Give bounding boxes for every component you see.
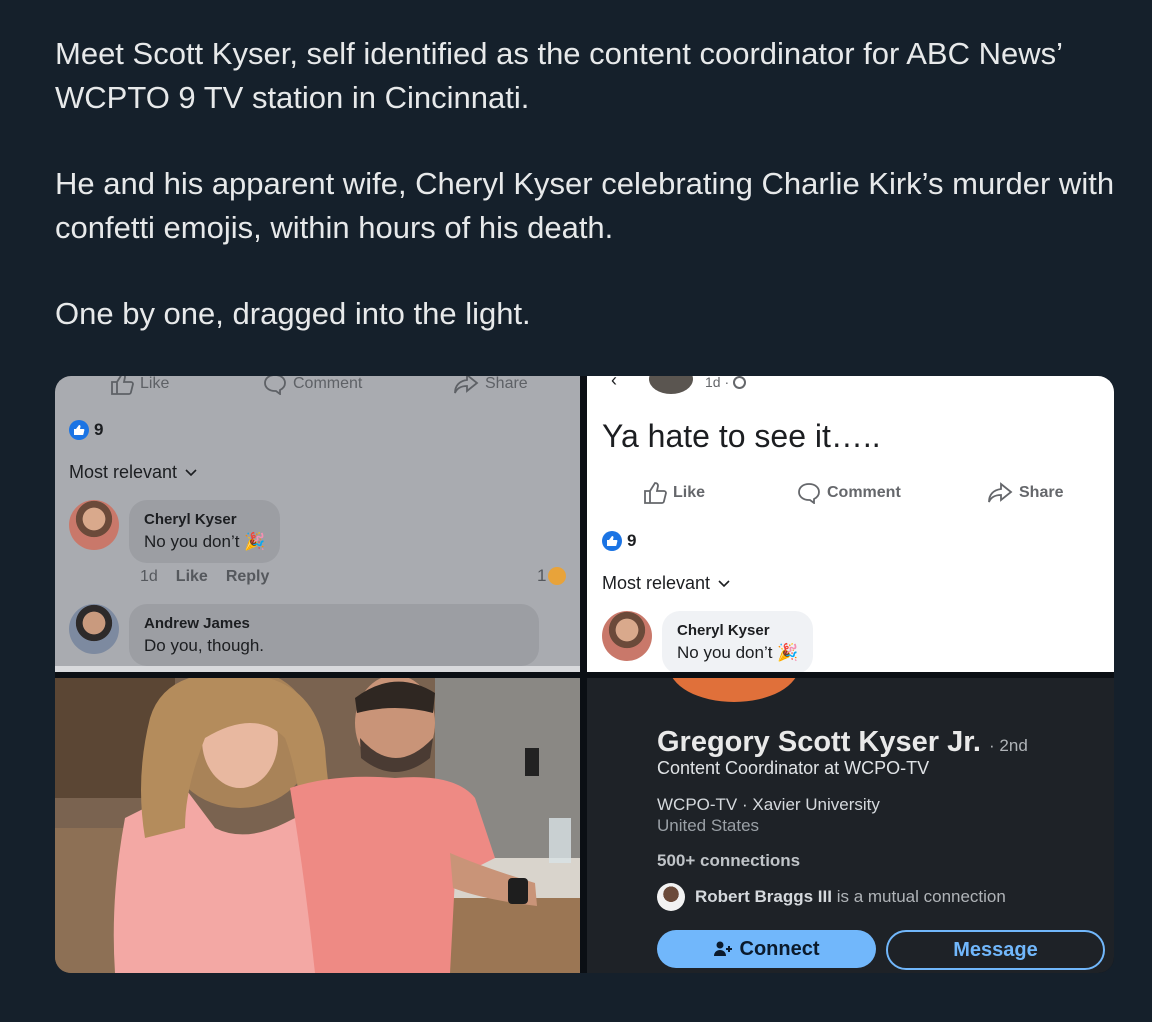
fb-sort-label: Most relevant: [602, 573, 711, 593]
comment-text: No you don’t: [144, 532, 240, 551]
add-person-icon: [713, 941, 732, 956]
comment-reaction-count: 1: [537, 566, 567, 586]
message-button[interactable]: Message: [886, 930, 1105, 970]
comment-like-link[interactable]: Like: [176, 568, 208, 586]
fb-comment-andrew: Andrew James Do you, though.: [69, 604, 539, 666]
confetti-emoji-icon: 🎉: [244, 532, 266, 551]
post-text: Ya hate to see it…..: [602, 418, 881, 454]
thumbs-up-icon: [111, 376, 134, 395]
commenter-name: Cheryl Kyser: [144, 511, 237, 528]
fb-comment-label: Comment: [293, 376, 363, 392]
comment-reply-link[interactable]: Reply: [226, 568, 270, 586]
poster-avatar: [649, 376, 693, 394]
tweet-paragraph-2: He and his apparent wife, Cheryl Kyser c…: [55, 166, 1115, 245]
like-reaction-icon: [69, 420, 89, 440]
profile-headline: Content Coordinator at WCPO-TV: [657, 758, 930, 778]
mutual-suffix: is a mutual connection: [831, 887, 1006, 906]
profile-location: United States: [657, 816, 760, 835]
tweet-media-grid[interactable]: Like Comment Share 9 Most relevant Chery…: [55, 376, 1114, 973]
linkedin-profile-screenshot[interactable]: Gregory Scott Kyser Jr. · 2nd Content Co…: [587, 678, 1114, 973]
fb-like-count: 9: [602, 531, 636, 551]
tweet-paragraph-1: Meet Scott Kyser, self identified as the…: [55, 36, 1062, 115]
connect-button[interactable]: Connect: [657, 930, 876, 968]
profile-name-text: Gregory Scott Kyser Jr.: [657, 726, 981, 758]
profile-photo: [669, 678, 799, 702]
fb-comment-cheryl: Cheryl Kyser No you don’t 🎉: [602, 611, 814, 672]
connect-label: Connect: [739, 937, 820, 960]
fb-like-number: 9: [627, 531, 637, 550]
confetti-emoji-icon: 🎉: [777, 643, 799, 662]
like-reaction-icon: [602, 531, 622, 551]
back-arrow-icon[interactable]: ‹: [611, 376, 617, 391]
fb-comment-cheryl: Cheryl Kyser No you don’t 🎉: [69, 500, 281, 563]
connection-degree: · 2nd: [989, 736, 1028, 755]
fb-like-number: 9: [94, 420, 104, 439]
avatar: [69, 500, 119, 550]
fb-comment-action[interactable]: Comment: [797, 482, 901, 504]
mutual-connection[interactable]: Robert Braggs III is a mutual connection: [657, 883, 1006, 911]
comment-time: 1d: [140, 568, 158, 585]
fb-like-label: Like: [673, 484, 706, 501]
chevron-down-icon: [718, 579, 730, 587]
avatar: [69, 604, 119, 654]
fb-sort-dropdown[interactable]: Most relevant: [602, 573, 730, 594]
fb-comment-label: Comment: [827, 484, 901, 501]
profile-connections[interactable]: 500+ connections: [657, 851, 800, 871]
fb-comment-action: Comment: [263, 376, 362, 395]
comment-text: Do you, though.: [144, 636, 265, 655]
fb-like-action[interactable]: Like: [643, 482, 705, 504]
avatar: [602, 611, 652, 661]
fb-share-label: Share: [485, 376, 528, 392]
fb-share-action: Share: [453, 376, 528, 395]
comment-icon: [264, 376, 286, 395]
message-label: Message: [953, 938, 1038, 961]
mutual-avatar: [657, 883, 685, 911]
comment-bubble: Andrew James Do you, though.: [129, 604, 539, 666]
fb-share-label: Share: [1019, 484, 1064, 501]
tweet-paragraph-3: One by one, dragged into the light.: [55, 296, 531, 331]
tweet-text: Meet Scott Kyser, self identified as the…: [55, 32, 1115, 378]
commenter-name: Cheryl Kyser: [677, 622, 770, 639]
profile-name: Gregory Scott Kyser Jr. · 2nd: [657, 726, 1028, 759]
share-icon: [988, 482, 1013, 503]
mutual-name: Robert Braggs III: [695, 887, 832, 906]
comment-text: No you don’t: [677, 643, 773, 662]
fb-sort-dropdown[interactable]: Most relevant: [69, 462, 197, 483]
profile-orgs[interactable]: WCPO-TV · Xavier University: [657, 795, 880, 815]
fb-comment-meta: 1d Like Reply: [140, 568, 269, 586]
fb-sort-label: Most relevant: [69, 462, 178, 482]
comment-composer-edge: [55, 666, 580, 672]
thumbs-up-icon: [644, 482, 667, 504]
comment-bubble: Cheryl Kyser No you don’t 🎉: [662, 611, 814, 672]
chevron-down-icon: [185, 468, 197, 476]
post-time: 1d ·: [705, 376, 730, 390]
globe-icon: [733, 376, 747, 389]
fb-like-count: 9: [69, 420, 103, 440]
care-reaction-icon: [548, 567, 567, 585]
fb-like-action: Like: [110, 376, 169, 395]
facebook-post-screenshot-right[interactable]: ‹ 1d · Ya hate to see it….. Like Comment…: [587, 376, 1114, 672]
fb-like-label: Like: [140, 376, 170, 392]
post-meta: 1d ·: [705, 376, 747, 390]
couple-photo[interactable]: [55, 678, 580, 973]
share-icon: [454, 376, 479, 394]
comment-bubble: Cheryl Kyser No you don’t 🎉: [129, 500, 281, 563]
photo-illustration: [55, 678, 580, 973]
facebook-comments-screenshot-left[interactable]: Like Comment Share 9 Most relevant Chery…: [55, 376, 580, 672]
commenter-name: Andrew James: [144, 615, 250, 632]
reaction-number: 1: [537, 566, 547, 585]
fb-share-action[interactable]: Share: [987, 482, 1063, 504]
comment-icon: [798, 483, 820, 504]
